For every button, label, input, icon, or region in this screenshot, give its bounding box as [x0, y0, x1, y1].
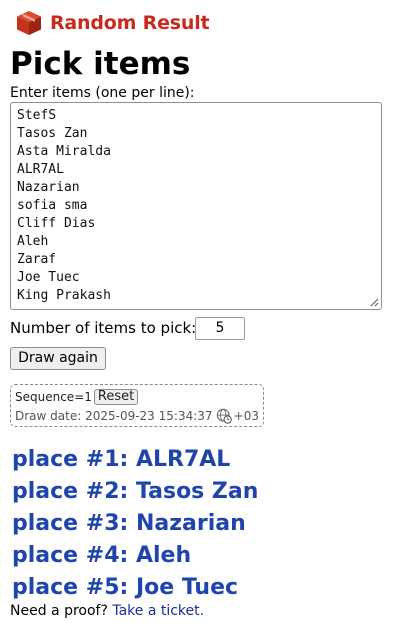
sequence-box: Sequence=1 Reset Draw date: 2025-09-23 1…: [10, 384, 264, 427]
item-line: King Prakash: [17, 288, 111, 303]
item-line: Aleh: [17, 234, 49, 249]
result-list: place #1: ALR7AL place #2: Tasos Zan pla…: [12, 444, 258, 604]
items-label: Enter items (one per line):: [10, 85, 195, 101]
box-icon: [17, 11, 41, 35]
logo-text: Random Result: [50, 12, 210, 34]
item-line: Asta Miralda: [17, 144, 111, 159]
reset-button[interactable]: Reset: [93, 389, 139, 405]
draw-again-button[interactable]: Draw again: [10, 347, 106, 370]
item-line: Cliff Dias: [17, 216, 96, 231]
items-textarea[interactable]: StefS Tasos Zan Asta Miralda ALR7AL Naza…: [10, 102, 382, 310]
item-line: Tasos Zan: [17, 126, 88, 141]
pick-count-input[interactable]: 5: [195, 317, 245, 340]
take-ticket-link[interactable]: Take a ticket.: [112, 603, 204, 619]
proof-line: Need a proof? Take a ticket.: [10, 603, 204, 619]
item-line: Nazarian: [17, 180, 80, 195]
item-line: ALR7AL: [17, 162, 64, 177]
proof-text: Need a proof?: [10, 603, 108, 619]
item-line: Joe Tuec: [17, 270, 80, 285]
site-logo[interactable]: Random Result: [16, 10, 210, 36]
page-title: Pick items: [10, 46, 191, 82]
sequence-label: Sequence=1: [15, 390, 92, 404]
result-item: place #5: Joe Tuec: [12, 575, 239, 600]
item-line: sofia sma: [17, 198, 88, 213]
result-item: place #2: Tasos Zan: [12, 479, 259, 504]
timezone-offset: +03: [233, 409, 259, 423]
result-item: place #1: ALR7AL: [12, 447, 231, 472]
globe-clock-icon[interactable]: [216, 407, 232, 425]
item-line: StefS: [17, 108, 57, 123]
result-item: place #3: Nazarian: [12, 511, 246, 536]
resize-grip-icon[interactable]: [370, 298, 379, 307]
result-item: place #4: Aleh: [12, 543, 192, 568]
draw-date: Draw date: 2025-09-23 15:34:37: [15, 409, 213, 423]
pick-count-label: Number of items to pick:: [10, 319, 197, 337]
item-line: Zaraf: [17, 252, 57, 267]
